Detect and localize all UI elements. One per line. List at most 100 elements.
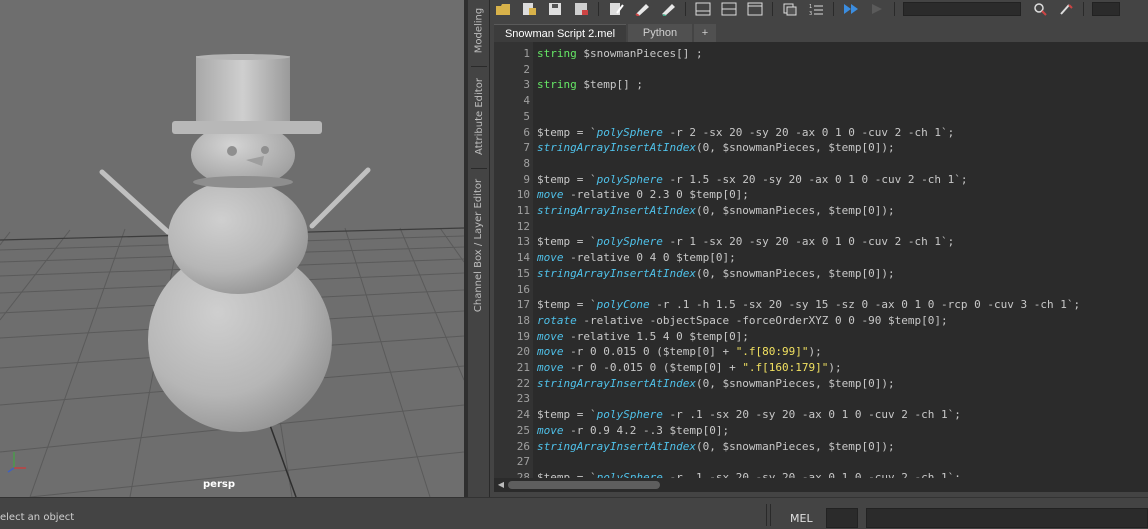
layout-c-icon[interactable] — [746, 1, 764, 17]
function-token: move — [537, 188, 564, 202]
layout-b-icon[interactable] — [720, 1, 738, 17]
code-line[interactable]: 12 — [494, 219, 1148, 235]
code-line[interactable]: 14 move -relative 0 4 0 $temp[0]; — [494, 250, 1148, 266]
line-number: 16 — [516, 282, 530, 296]
code-line[interactable]: 19 move -relative 1.5 4 0 $temp[0]; — [494, 329, 1148, 345]
code-line[interactable]: 6 $temp = `polySphere -r 2 -sx 20 -sy 20 … — [494, 125, 1148, 141]
code-line[interactable]: 2 — [494, 62, 1148, 78]
function-token: move — [537, 423, 564, 437]
function-token: move — [537, 329, 564, 343]
code-line[interactable]: 28 $temp = `polySphere -r .1 -sx 20 -sy 2… — [494, 470, 1148, 478]
line-number: 11 — [516, 204, 530, 217]
line-number: 5 — [523, 109, 530, 123]
code-line[interactable]: 22 stringArrayInsertAtIndex(0, $snowmanPi… — [494, 376, 1148, 392]
code-line[interactable]: 1 string $snowmanPieces[] ; — [494, 46, 1148, 62]
code-text: stringArrayInsertAtIndex(0, $snowmanPiec… — [537, 203, 895, 219]
code-line[interactable]: 4 — [494, 93, 1148, 109]
command-line-input[interactable] — [826, 508, 858, 528]
code-line[interactable]: 23 — [494, 391, 1148, 407]
tab-attribute-editor[interactable]: Attribute Editor — [468, 70, 490, 162]
line-number: 9 — [523, 172, 530, 186]
line-number: 21 — [516, 361, 530, 374]
string-token: ".f[160:179]" — [742, 361, 829, 374]
code-line[interactable]: 25 move -r 0.9 4.2 -.3 $temp[0]; — [494, 423, 1148, 439]
code-line[interactable]: 9 $temp = `polySphere -r 1.5 -sx 20 -sy 2… — [494, 172, 1148, 188]
echo-all-icon[interactable] — [781, 1, 799, 17]
function-token: move — [537, 251, 564, 265]
snowman-middle — [168, 180, 308, 294]
help-line-message: elect an object — [0, 512, 75, 523]
code-token: $temp = ` — [537, 235, 597, 249]
horizontal-scrollbar[interactable]: ◀ — [494, 478, 1148, 492]
layout-a-icon[interactable] — [694, 1, 712, 17]
toolbar-field[interactable] — [1092, 2, 1120, 16]
line-number: 15 — [516, 266, 530, 280]
code-line[interactable]: 3 string $temp[] ; — [494, 77, 1148, 93]
line-number: 13 — [516, 235, 530, 249]
function-token: polySphere — [596, 408, 663, 422]
search-icon[interactable] — [1031, 1, 1049, 17]
line-number: 26 — [516, 439, 530, 453]
code-line[interactable]: 20 move -r 0 0.015 0 ($temp[0] + ".f[80:9… — [494, 344, 1148, 360]
tab-channel-box-label: Channel Box / Layer Editor — [473, 178, 485, 312]
tab-modeling[interactable]: Modeling — [468, 0, 490, 60]
code-token: -relative 0 4 0 $temp[0]; — [563, 251, 736, 265]
code-token: -r 1 -sx 20 -sy 20 -ax 0 1 0 -cuv 2 -ch … — [662, 235, 955, 249]
line-number: 10 — [516, 188, 530, 202]
code-text: $temp = `polySphere -r .1 -sx 20 -sy 20 … — [537, 407, 961, 423]
code-line[interactable]: 26 stringArrayInsertAtIndex(0, $snowmanPi… — [494, 439, 1148, 455]
add-tab-label: + — [701, 27, 709, 39]
script-editor-toolbar: 13 — [490, 0, 1148, 18]
code-line[interactable]: 18 rotate -relative -objectSpace -forceOr… — [494, 313, 1148, 329]
code-text: stringArrayInsertAtIndex(0, $snowmanPiec… — [537, 140, 895, 156]
save-script-icon[interactable] — [546, 1, 564, 17]
line-number: 18 — [516, 313, 530, 327]
search-field[interactable] — [903, 2, 1021, 16]
clear-all-icon[interactable] — [659, 1, 677, 17]
tab-python[interactable]: Python — [628, 24, 692, 42]
settings-icon[interactable] — [1057, 1, 1075, 17]
code-line[interactable]: 5 — [494, 109, 1148, 125]
line-number: 7 — [523, 141, 530, 155]
script-editor[interactable]: 1 string $snowmanPieces[] ; 2 3 string $temp… — [494, 42, 1148, 478]
code-line[interactable]: 13 $temp = `polySphere -r 1 -sx 20 -sy 20… — [494, 234, 1148, 250]
scroll-left-icon[interactable]: ◀ — [496, 480, 506, 490]
clear-input-icon[interactable] — [633, 1, 651, 17]
code-line[interactable]: 8 — [494, 156, 1148, 172]
line-number: 1 — [523, 47, 530, 60]
execute-icon[interactable] — [868, 1, 886, 17]
code-text: rotate -relative -objectSpace -forceOrde… — [537, 313, 948, 329]
tab-channel-box[interactable]: Channel Box / Layer Editor — [468, 172, 490, 318]
scroll-thumb[interactable] — [508, 481, 660, 489]
viewport-scene — [0, 0, 464, 497]
line-number: 2 — [523, 62, 530, 76]
code-line[interactable]: 10 move -relative 0 2.3 0 $temp[0]; — [494, 187, 1148, 203]
source-script-icon[interactable] — [520, 1, 538, 17]
command-language-button[interactable]: MEL — [790, 512, 813, 525]
code-line[interactable]: 27 — [494, 454, 1148, 470]
tab-snowman-script[interactable]: Snowman Script 2.mel — [494, 24, 626, 42]
code-line[interactable]: 17 $temp = `polyCone -r .1 -h 1.5 -sx 20 … — [494, 297, 1148, 313]
code-line[interactable]: 15 stringArrayInsertAtIndex(0, $snowmanPi… — [494, 266, 1148, 282]
code-line[interactable]: 16 — [494, 282, 1148, 298]
execute-all-icon[interactable] — [842, 1, 860, 17]
code-line[interactable]: 21 move -r 0 -0.015 0 ($temp[0] + ".f[160… — [494, 360, 1148, 376]
add-tab-button[interactable]: + — [694, 24, 716, 42]
perspective-viewport[interactable]: persp — [0, 0, 464, 497]
line-numbers-icon[interactable]: 13 — [807, 1, 825, 17]
code-text: $temp = `polyCone -r .1 -h 1.5 -sx 20 -s… — [537, 297, 1080, 313]
line-number: 25 — [516, 423, 530, 437]
code-line[interactable]: 11 stringArrayInsertAtIndex(0, $snowmanPi… — [494, 203, 1148, 219]
code-line[interactable]: 7 stringArrayInsertAtIndex(0, $snowmanPie… — [494, 140, 1148, 156]
tab-python-label: Python — [642, 27, 678, 39]
save-to-shelf-icon[interactable] — [572, 1, 590, 17]
code-text: $temp = `polySphere -r 1.5 -sx 20 -sy 20… — [537, 172, 967, 188]
code-token: -r 1.5 -sx 20 -sy 20 -ax 0 1 0 -cuv 2 -c… — [662, 172, 968, 186]
code-text: move -relative 1.5 4 0 $temp[0]; — [537, 329, 749, 345]
clear-history-icon[interactable] — [607, 1, 625, 17]
code-line[interactable]: 24 $temp = `polySphere -r .1 -sx 20 -sy 2… — [494, 407, 1148, 423]
open-script-icon[interactable] — [494, 1, 512, 17]
code-token: -r .1 -h 1.5 -sx 20 -sy 15 -sz 0 -ax 0 1… — [649, 298, 1081, 312]
line-number: 28 — [516, 470, 530, 478]
code-token: -relative 1.5 4 0 $temp[0]; — [563, 329, 749, 343]
